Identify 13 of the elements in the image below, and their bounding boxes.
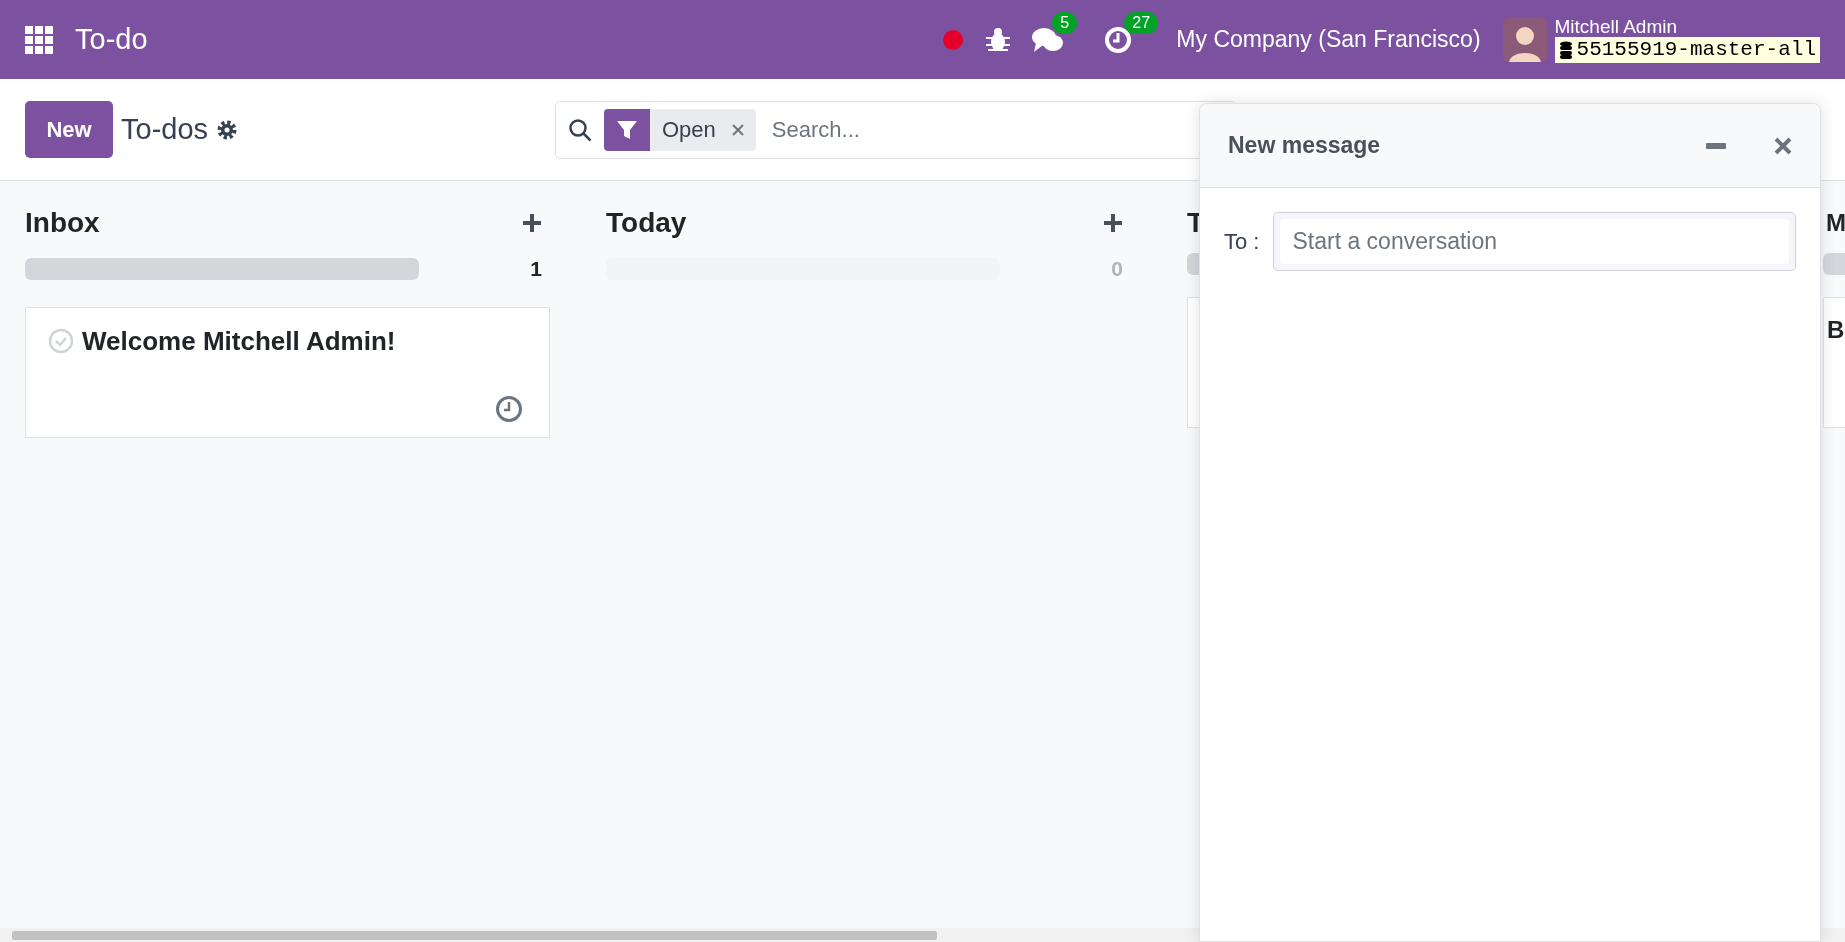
to-label: To : xyxy=(1224,227,1260,256)
column-title: Today xyxy=(606,206,687,240)
activity-count-badge: 27 xyxy=(1124,11,1159,34)
card-title: B xyxy=(1827,315,1845,345)
message-count-badge: 5 xyxy=(1052,11,1078,34)
column-title: Inbox xyxy=(25,206,100,240)
database-name: 55155919-master-all xyxy=(1576,36,1816,63)
facet-label: Open xyxy=(662,116,716,144)
column-count: 0 xyxy=(1111,256,1123,282)
column-count: 1 xyxy=(530,256,542,282)
column-title: M xyxy=(1826,208,1845,238)
card-title: Welcome Mitchell Admin! xyxy=(82,324,396,358)
breadcrumb-title: To-dos xyxy=(121,111,209,147)
